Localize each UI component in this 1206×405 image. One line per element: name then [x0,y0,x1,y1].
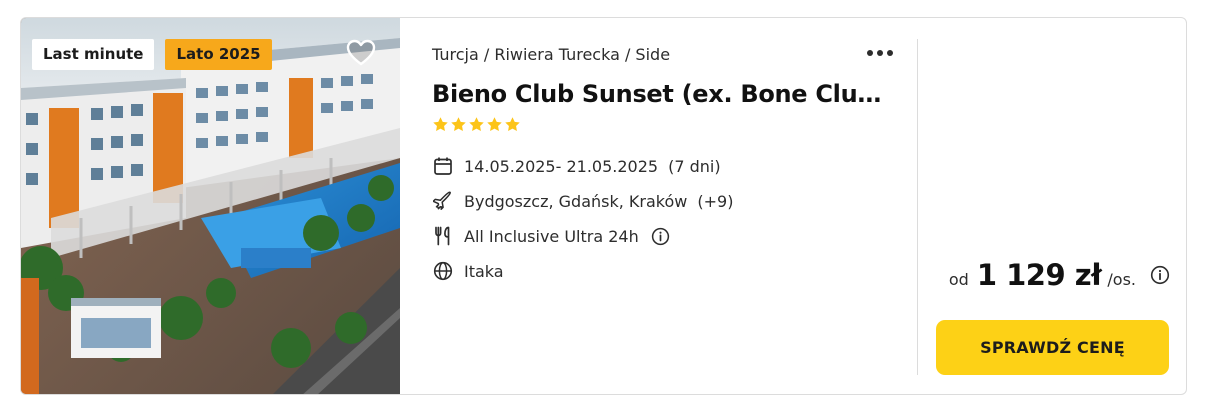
star-icon [433,117,448,131]
price-prefix: od [948,270,969,289]
offer-card[interactable]: Last minute Lato 2025 Turcja / Riwiera T… [20,17,1187,395]
star-rating [432,116,521,133]
offer-details: Turcja / Riwiera Turecka / Side Bieno Cl… [432,18,902,394]
more-options-button[interactable] [865,44,895,62]
globe-icon [432,260,454,282]
calendar-icon [432,155,454,177]
operator-row: Itaka [432,259,504,283]
badge-season: Lato 2025 [165,39,272,70]
tour-operator: Itaka [464,261,504,281]
hotel-title[interactable]: Bieno Club Sunset (ex. Bone Club Sunset … [432,80,894,108]
star-icon [451,117,466,131]
departure-cities: Bydgoszcz, Gdańsk, Kraków [464,191,688,211]
star-icon [469,117,484,131]
price-block: od 1 129 zł /os. [949,258,1170,292]
more-dot [877,50,883,56]
dates-value: 14.05.2025- 21.05.2025 [464,156,659,176]
location-breadcrumb: Turcja / Riwiera Turecka / Side [432,45,671,64]
price-amount: 1 129 zł [976,258,1102,292]
duration-value: (7 dni) [668,156,721,176]
departure-row: Bydgoszcz, Gdańsk, Kraków (+9) [432,189,733,213]
badge-last-minute: Last minute [32,39,155,70]
favorite-button[interactable] [346,39,376,67]
price-suffix: /os. [1107,270,1136,289]
column-divider [917,39,918,375]
plane-icon [432,190,454,212]
hotel-photo[interactable]: Last minute Lato 2025 [21,18,400,394]
board-type: All Inclusive Ultra 24h [464,226,639,246]
star-icon [487,117,502,131]
more-dot [887,50,893,56]
star-icon [505,117,520,131]
hotel-image [21,18,400,394]
dates-row: 14.05.2025- 21.05.2025 (7 dni) [432,154,721,178]
more-dots-icon [867,50,873,56]
cutlery-icon [432,225,454,247]
check-price-button[interactable]: SPRAWDŹ CENĘ [936,320,1169,375]
info-icon[interactable] [651,227,670,246]
board-row: All Inclusive Ultra 24h [432,224,670,248]
info-icon[interactable] [1150,265,1170,285]
heart-icon [346,39,376,66]
departure-more[interactable]: (+9) [697,192,733,211]
